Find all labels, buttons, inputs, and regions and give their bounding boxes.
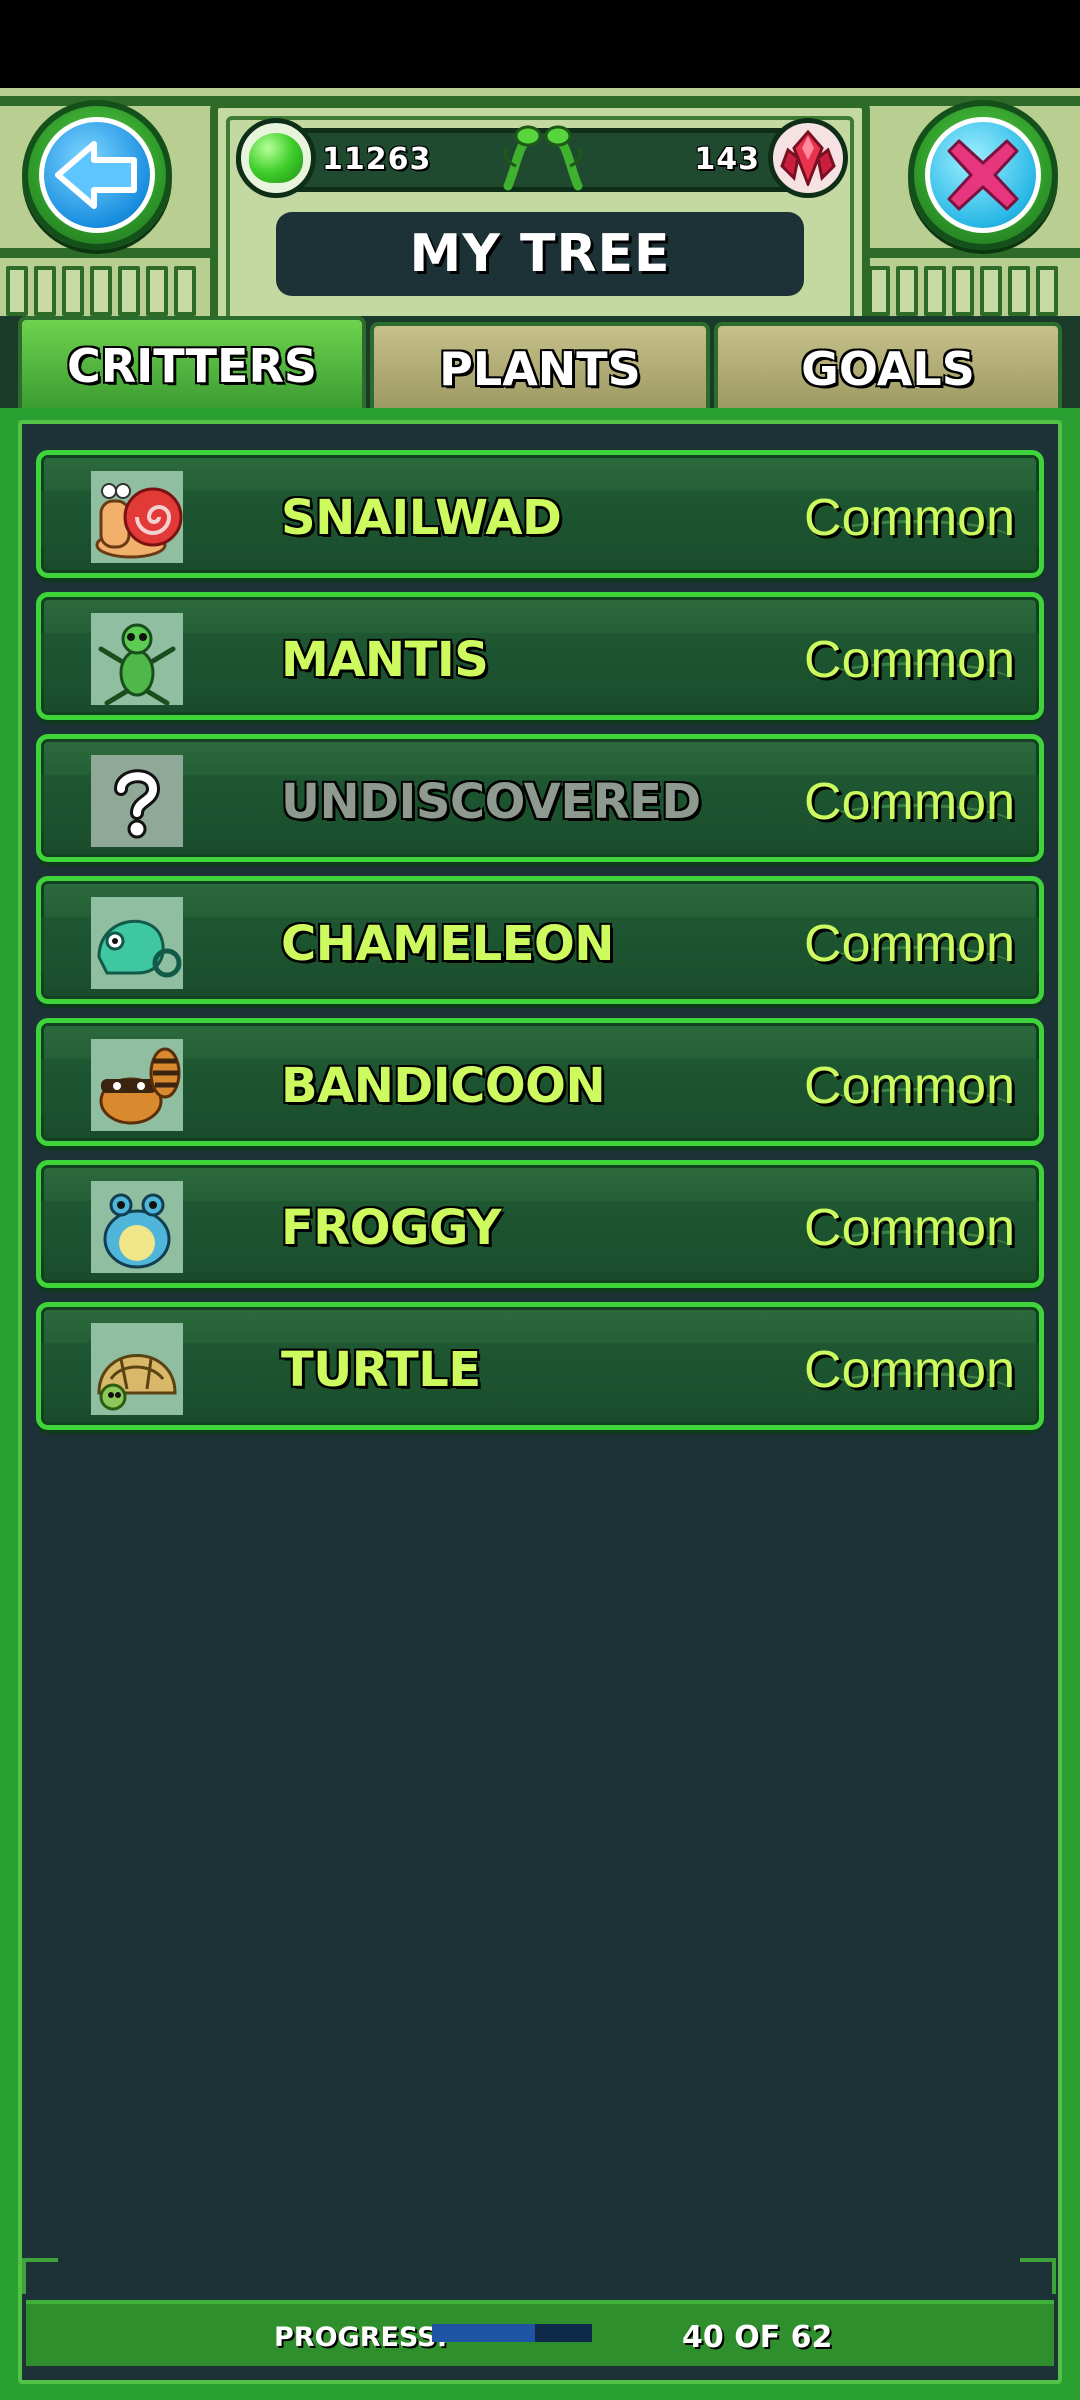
raccoon-icon: [91, 1039, 183, 1131]
tab-bar: CRITTERS PLANTS GOALS: [0, 316, 1080, 412]
critter-name: SNAILWAD: [281, 490, 562, 546]
tab-critters[interactable]: CRITTERS: [18, 316, 366, 412]
critter-rarity: Common: [804, 915, 1015, 973]
progress-count: 40 OF 62: [682, 2320, 833, 2355]
critter-row[interactable]: UNDISCOVERED Common: [36, 734, 1044, 862]
red-crystal-icon: [768, 118, 848, 198]
progress-label: PROGRESS:: [274, 2322, 448, 2353]
fence-left: [0, 266, 202, 316]
corner-ornament: [22, 2258, 58, 2294]
critter-row[interactable]: MANTIS Common: [36, 592, 1044, 720]
critter-name: UNDISCOVERED: [281, 774, 701, 830]
critter-row[interactable]: FROGGY Common: [36, 1160, 1044, 1288]
frog-icon: [91, 1181, 183, 1273]
status-bar: [0, 0, 1080, 88]
critter-name: TURTLE: [281, 1342, 481, 1398]
progress-footer: PROGRESS: 40 OF 62: [26, 2300, 1054, 2366]
corner-ornament: [1020, 2258, 1056, 2294]
question-mark-icon: [91, 755, 183, 847]
critter-rarity: Common: [804, 1057, 1015, 1115]
critter-row[interactable]: BANDICOON Common: [36, 1018, 1044, 1146]
critter-rarity: Common: [804, 1341, 1015, 1399]
fence-right: [862, 266, 1064, 316]
back-arrow-icon: [39, 117, 155, 233]
vine-sprout-icon: [488, 122, 598, 194]
chameleon-icon: [91, 897, 183, 989]
critter-rarity: Common: [804, 1199, 1015, 1257]
critter-rarity: Common: [804, 631, 1015, 689]
critter-name: MANTIS: [281, 632, 489, 688]
snail-icon: [91, 471, 183, 563]
critter-rarity: Common: [804, 489, 1015, 547]
close-button[interactable]: [908, 100, 1058, 250]
gems-count: 11263: [322, 142, 432, 177]
critter-name: FROGGY: [281, 1200, 502, 1256]
back-button[interactable]: [22, 100, 172, 250]
green-gem-icon: [236, 118, 316, 198]
critter-name: CHAMELEON: [281, 916, 614, 972]
critter-row[interactable]: TURTLE Common: [36, 1302, 1044, 1430]
page-title: MY TREE: [276, 212, 804, 296]
critter-name: BANDICOON: [281, 1058, 606, 1114]
progress-bar-fill: [432, 2324, 536, 2342]
critter-row[interactable]: SNAILWAD Common: [36, 450, 1044, 578]
critter-rarity: Common: [804, 773, 1015, 831]
turtle-icon: [91, 1323, 183, 1415]
mantis-icon: [91, 613, 183, 705]
critter-row[interactable]: CHAMELEON Common: [36, 876, 1044, 1004]
close-x-icon: [925, 117, 1041, 233]
tab-goals[interactable]: GOALS: [714, 322, 1062, 412]
progress-bar: [432, 2324, 592, 2342]
crystals-count: 143: [694, 142, 760, 177]
tab-plants[interactable]: PLANTS: [370, 322, 710, 412]
